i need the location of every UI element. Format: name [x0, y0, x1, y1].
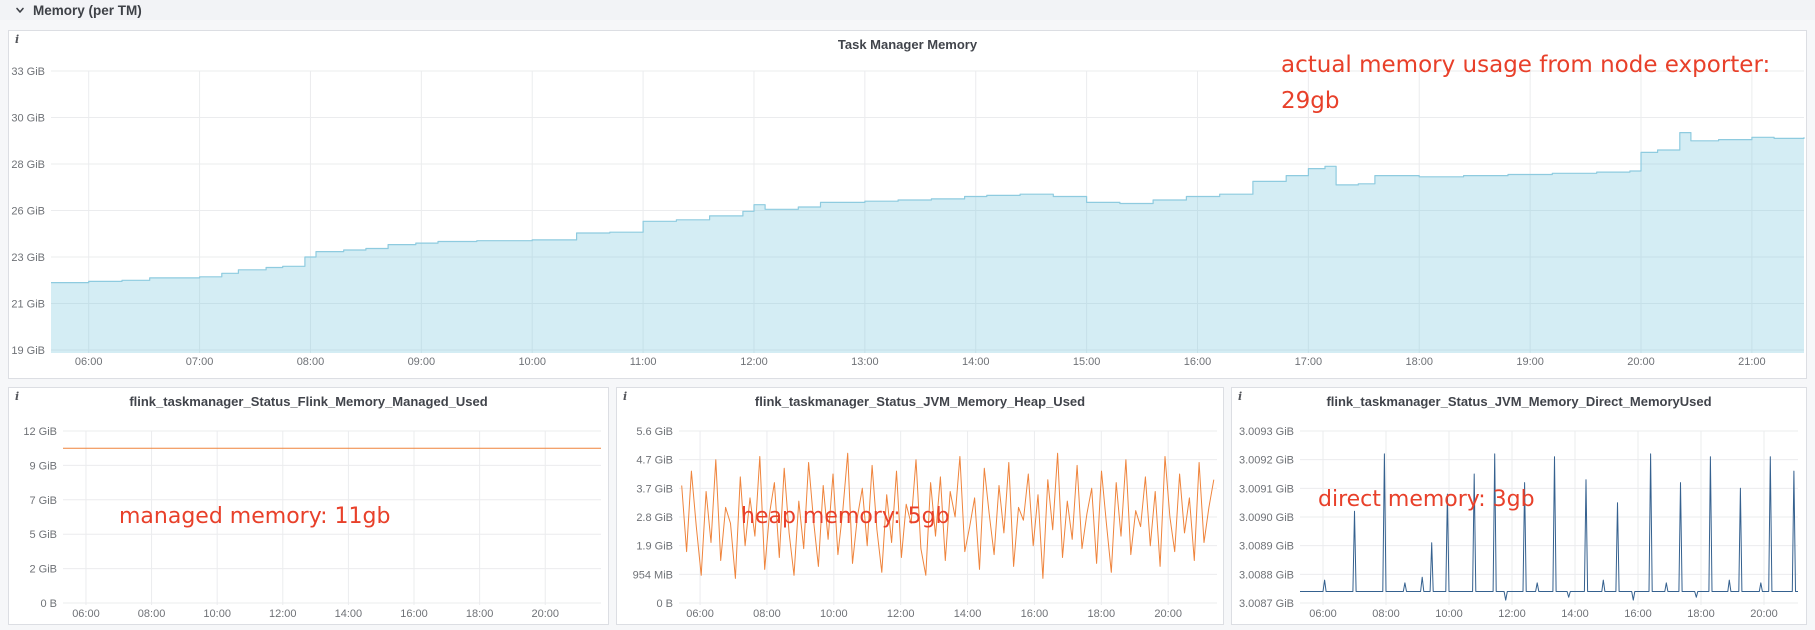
svg-text:3.0092 GiB: 3.0092 GiB — [1239, 455, 1294, 467]
svg-text:28 GiB: 28 GiB — [11, 159, 45, 171]
svg-text:20:00: 20:00 — [531, 608, 559, 620]
svg-text:12 GiB: 12 GiB — [23, 426, 57, 438]
svg-text:07:00: 07:00 — [186, 356, 214, 368]
svg-text:12:00: 12:00 — [887, 608, 915, 620]
svg-text:5 GiB: 5 GiB — [29, 529, 57, 541]
svg-text:14:00: 14:00 — [962, 356, 990, 368]
svg-text:16:00: 16:00 — [400, 608, 428, 620]
svg-text:20:00: 20:00 — [1154, 608, 1182, 620]
svg-text:19 GiB: 19 GiB — [11, 345, 45, 357]
svg-text:10:00: 10:00 — [1435, 608, 1463, 620]
svg-text:26 GiB: 26 GiB — [11, 206, 45, 218]
svg-text:16:00: 16:00 — [1624, 608, 1652, 620]
svg-text:08:00: 08:00 — [297, 356, 325, 368]
svg-text:09:00: 09:00 — [408, 356, 436, 368]
svg-text:20:00: 20:00 — [1750, 608, 1778, 620]
svg-text:5.6 GiB: 5.6 GiB — [636, 426, 673, 438]
annotation-managed-memory: managed memory: 11gb — [119, 504, 390, 529]
svg-text:14:00: 14:00 — [1561, 608, 1589, 620]
svg-text:9 GiB: 9 GiB — [29, 460, 57, 472]
section-title: Memory (per TM) — [33, 3, 142, 18]
panel-managed-memory: i flink_taskmanager_Status_Flink_Memory_… — [8, 387, 609, 625]
svg-text:10:00: 10:00 — [203, 608, 231, 620]
svg-text:7 GiB: 7 GiB — [29, 495, 57, 507]
svg-text:14:00: 14:00 — [954, 608, 982, 620]
svg-text:16:00: 16:00 — [1184, 356, 1212, 368]
svg-text:3.0088 GiB: 3.0088 GiB — [1239, 569, 1294, 581]
svg-text:18:00: 18:00 — [466, 608, 494, 620]
svg-text:18:00: 18:00 — [1687, 608, 1715, 620]
svg-text:12:00: 12:00 — [740, 356, 768, 368]
svg-text:23 GiB: 23 GiB — [11, 252, 45, 264]
svg-text:10:00: 10:00 — [518, 356, 546, 368]
svg-text:1.9 GiB: 1.9 GiB — [636, 541, 673, 553]
svg-text:30 GiB: 30 GiB — [11, 113, 45, 125]
svg-text:3.0087 GiB: 3.0087 GiB — [1239, 598, 1294, 610]
svg-text:18:00: 18:00 — [1088, 608, 1116, 620]
svg-text:3.0091 GiB: 3.0091 GiB — [1239, 483, 1294, 495]
annotation-direct-memory: direct memory: 3gb — [1318, 487, 1535, 512]
svg-text:16:00: 16:00 — [1021, 608, 1049, 620]
panel-heap-memory: i flink_taskmanager_Status_JVM_Memory_He… — [616, 387, 1224, 625]
svg-text:20:00: 20:00 — [1627, 356, 1655, 368]
svg-text:3.0093 GiB: 3.0093 GiB — [1239, 426, 1294, 438]
svg-text:3.0090 GiB: 3.0090 GiB — [1239, 512, 1294, 524]
svg-text:0 B: 0 B — [40, 598, 57, 610]
svg-text:18:00: 18:00 — [1405, 356, 1433, 368]
svg-text:954 MiB: 954 MiB — [633, 569, 673, 581]
svg-text:17:00: 17:00 — [1295, 356, 1323, 368]
svg-text:19:00: 19:00 — [1516, 356, 1544, 368]
svg-text:15:00: 15:00 — [1073, 356, 1101, 368]
svg-text:21 GiB: 21 GiB — [11, 299, 45, 311]
svg-text:06:00: 06:00 — [686, 608, 714, 620]
chevron-down-icon[interactable] — [14, 4, 26, 16]
svg-text:11:00: 11:00 — [630, 356, 657, 368]
panel-direct-memory: i flink_taskmanager_Status_JVM_Memory_Di… — [1231, 387, 1807, 625]
svg-text:14:00: 14:00 — [335, 608, 363, 620]
svg-text:08:00: 08:00 — [1372, 608, 1400, 620]
annotation-node-exporter: actual memory usage from node exporter: … — [1281, 47, 1805, 119]
svg-text:08:00: 08:00 — [138, 608, 166, 620]
svg-text:3.7 GiB: 3.7 GiB — [636, 483, 673, 495]
section-header-memory-per-tm[interactable]: Memory (per TM) — [0, 0, 1815, 20]
svg-text:33 GiB: 33 GiB — [11, 66, 45, 78]
svg-text:12:00: 12:00 — [1498, 608, 1526, 620]
svg-text:08:00: 08:00 — [753, 608, 781, 620]
svg-text:0 B: 0 B — [656, 598, 673, 610]
svg-text:2.8 GiB: 2.8 GiB — [636, 512, 673, 524]
svg-text:06:00: 06:00 — [72, 608, 100, 620]
svg-text:13:00: 13:00 — [851, 356, 879, 368]
annotation-heap-memory: heap memory: 5gb — [741, 504, 950, 529]
svg-text:3.0089 GiB: 3.0089 GiB — [1239, 541, 1294, 553]
panel-task-manager-memory: i Task Manager Memory 06:0007:0008:0009:… — [8, 30, 1807, 379]
svg-text:06:00: 06:00 — [1309, 608, 1337, 620]
svg-text:10:00: 10:00 — [820, 608, 848, 620]
svg-text:12:00: 12:00 — [269, 608, 297, 620]
svg-text:06:00: 06:00 — [75, 356, 103, 368]
svg-text:21:00: 21:00 — [1738, 356, 1766, 368]
svg-text:2 GiB: 2 GiB — [29, 564, 57, 576]
svg-text:4.7 GiB: 4.7 GiB — [636, 455, 673, 467]
